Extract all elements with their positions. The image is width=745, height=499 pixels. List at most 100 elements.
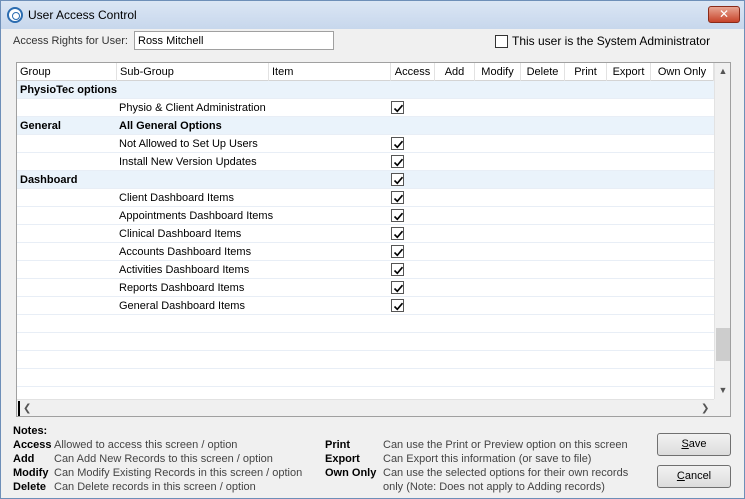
access-checkbox[interactable] xyxy=(391,263,404,276)
table-row[interactable]: Clinical Dashboard Items xyxy=(17,225,714,243)
scroll-up-icon[interactable]: ▲ xyxy=(715,63,730,80)
cell-sub-group: Activities Dashboard Items xyxy=(119,264,250,276)
access-checkbox[interactable] xyxy=(391,137,404,150)
cell-item xyxy=(272,243,388,261)
system-administrator-checkbox[interactable] xyxy=(495,35,508,48)
cell-group xyxy=(20,135,120,153)
checkmark-icon xyxy=(393,248,404,257)
empty-row xyxy=(17,351,714,369)
cell-group xyxy=(20,99,120,117)
cell-group xyxy=(20,207,120,225)
access-checkbox[interactable] xyxy=(391,281,404,294)
column-header-add[interactable]: Add xyxy=(435,63,475,81)
user-access-control-window: User Access Control ✕ Access Rights for … xyxy=(0,0,745,499)
table-row[interactable]: Client Dashboard Items xyxy=(17,189,714,207)
notes-title: Notes: xyxy=(13,425,48,437)
cell-group xyxy=(20,153,120,171)
checkmark-icon xyxy=(393,230,404,239)
note-key-modify: Modify xyxy=(13,467,49,479)
table-row[interactable]: Reports Dashboard Items xyxy=(17,279,714,297)
access-rights-label: Access Rights for User: xyxy=(13,35,128,47)
note-key-access: Access xyxy=(13,439,52,451)
cell-sub-group xyxy=(119,171,289,189)
access-checkbox[interactable] xyxy=(391,101,404,114)
cell-sub-group: Not Allowed to Set Up Users xyxy=(119,138,258,150)
table-row[interactable]: PhysioTec options xyxy=(17,81,714,99)
note-text-modify: Can Modify Existing Records in this scre… xyxy=(54,467,303,479)
close-button[interactable]: ✕ xyxy=(708,6,740,23)
cell-item xyxy=(272,297,388,315)
cell-item xyxy=(272,207,388,225)
save-button[interactable]: Save xyxy=(657,433,731,456)
checkmark-icon xyxy=(393,176,404,185)
access-checkbox[interactable] xyxy=(391,155,404,168)
access-checkbox[interactable] xyxy=(391,227,404,240)
column-header-export[interactable]: Export xyxy=(607,63,651,81)
note-text-print: Can use the Print or Preview option on t… xyxy=(383,439,628,451)
cell-group xyxy=(20,189,120,207)
scroll-right-icon[interactable]: ❯ xyxy=(701,400,715,416)
cell-group xyxy=(20,225,120,243)
user-name-field[interactable] xyxy=(134,31,334,50)
cell-sub-group: Clinical Dashboard Items xyxy=(119,228,242,240)
note-key-own-only: Own Only xyxy=(325,467,377,479)
access-checkbox[interactable] xyxy=(391,209,404,222)
title-bar: User Access Control ✕ xyxy=(1,1,744,29)
column-header-print[interactable]: Print xyxy=(565,63,607,81)
cell-item xyxy=(272,189,388,207)
column-header-sub-group[interactable]: Sub-Group xyxy=(117,63,269,81)
cell-sub-group: General Dashboard Items xyxy=(119,300,245,312)
column-header-own-only[interactable]: Own Only xyxy=(651,63,714,81)
cancel-button[interactable]: Cancel xyxy=(657,465,731,488)
checkmark-icon xyxy=(393,212,404,221)
note-key-add: Add xyxy=(13,453,35,465)
cell-item xyxy=(272,225,388,243)
vertical-scrollbar[interactable]: ▲ ▼ xyxy=(714,63,730,399)
note-key-export: Export xyxy=(325,453,360,465)
cell-group xyxy=(20,261,120,279)
note-key-delete: Delete xyxy=(13,481,47,493)
table-row[interactable]: Activities Dashboard Items xyxy=(17,261,714,279)
checkmark-icon xyxy=(393,158,404,167)
access-checkbox[interactable] xyxy=(391,245,404,258)
column-header-item[interactable]: Item xyxy=(269,63,391,81)
scroll-left-icon[interactable]: ❮ xyxy=(23,400,37,416)
cell-group xyxy=(20,297,120,315)
vertical-scroll-thumb[interactable] xyxy=(716,328,730,361)
column-header-access[interactable]: Access xyxy=(391,63,435,81)
cell-sub-group: Reports Dashboard Items xyxy=(119,282,245,294)
column-header-delete[interactable]: Delete xyxy=(521,63,565,81)
column-header-group[interactable]: Group xyxy=(17,63,117,81)
cell-sub-group: Appointments Dashboard Items xyxy=(119,210,274,222)
app-logo-icon xyxy=(7,7,23,23)
window-title: User Access Control xyxy=(28,8,137,22)
table-row[interactable]: Physio & Client Administration xyxy=(17,99,714,117)
table-row[interactable]: Install New Version Updates xyxy=(17,153,714,171)
table-row[interactable]: Not Allowed to Set Up Users xyxy=(17,135,714,153)
empty-row xyxy=(17,315,714,333)
table-row[interactable]: Accounts Dashboard Items xyxy=(17,243,714,261)
cell-group xyxy=(20,279,120,297)
note-text-add: Can Add New Records to this screen / opt… xyxy=(54,453,273,465)
horizontal-scroll-thumb[interactable] xyxy=(18,401,20,416)
cell-item xyxy=(272,153,388,171)
checkmark-icon xyxy=(393,104,404,113)
column-header-modify[interactable]: Modify xyxy=(475,63,521,81)
access-checkbox[interactable] xyxy=(391,191,404,204)
table-row[interactable]: Dashboard xyxy=(17,171,714,189)
checkmark-icon xyxy=(393,284,404,293)
cell-group: PhysioTec options xyxy=(20,84,117,96)
horizontal-scrollbar[interactable]: ❮ ❯ xyxy=(17,399,715,416)
scroll-down-icon[interactable]: ▼ xyxy=(715,382,730,399)
table-row[interactable]: General Dashboard Items xyxy=(17,297,714,315)
cell-group: General xyxy=(20,120,61,132)
cell-group: Dashboard xyxy=(20,174,78,186)
note-text-delete: Can Delete records in this screen / opti… xyxy=(54,481,256,493)
table-row[interactable]: Appointments Dashboard Items xyxy=(17,207,714,225)
access-checkbox[interactable] xyxy=(391,173,404,186)
access-checkbox[interactable] xyxy=(391,299,404,312)
table-row[interactable]: General All General Options xyxy=(17,117,714,135)
cell-sub-group: Physio & Client Administration xyxy=(119,102,266,114)
cell-sub-group: All General Options xyxy=(119,120,222,132)
cell-sub-group: Client Dashboard Items xyxy=(119,192,234,204)
